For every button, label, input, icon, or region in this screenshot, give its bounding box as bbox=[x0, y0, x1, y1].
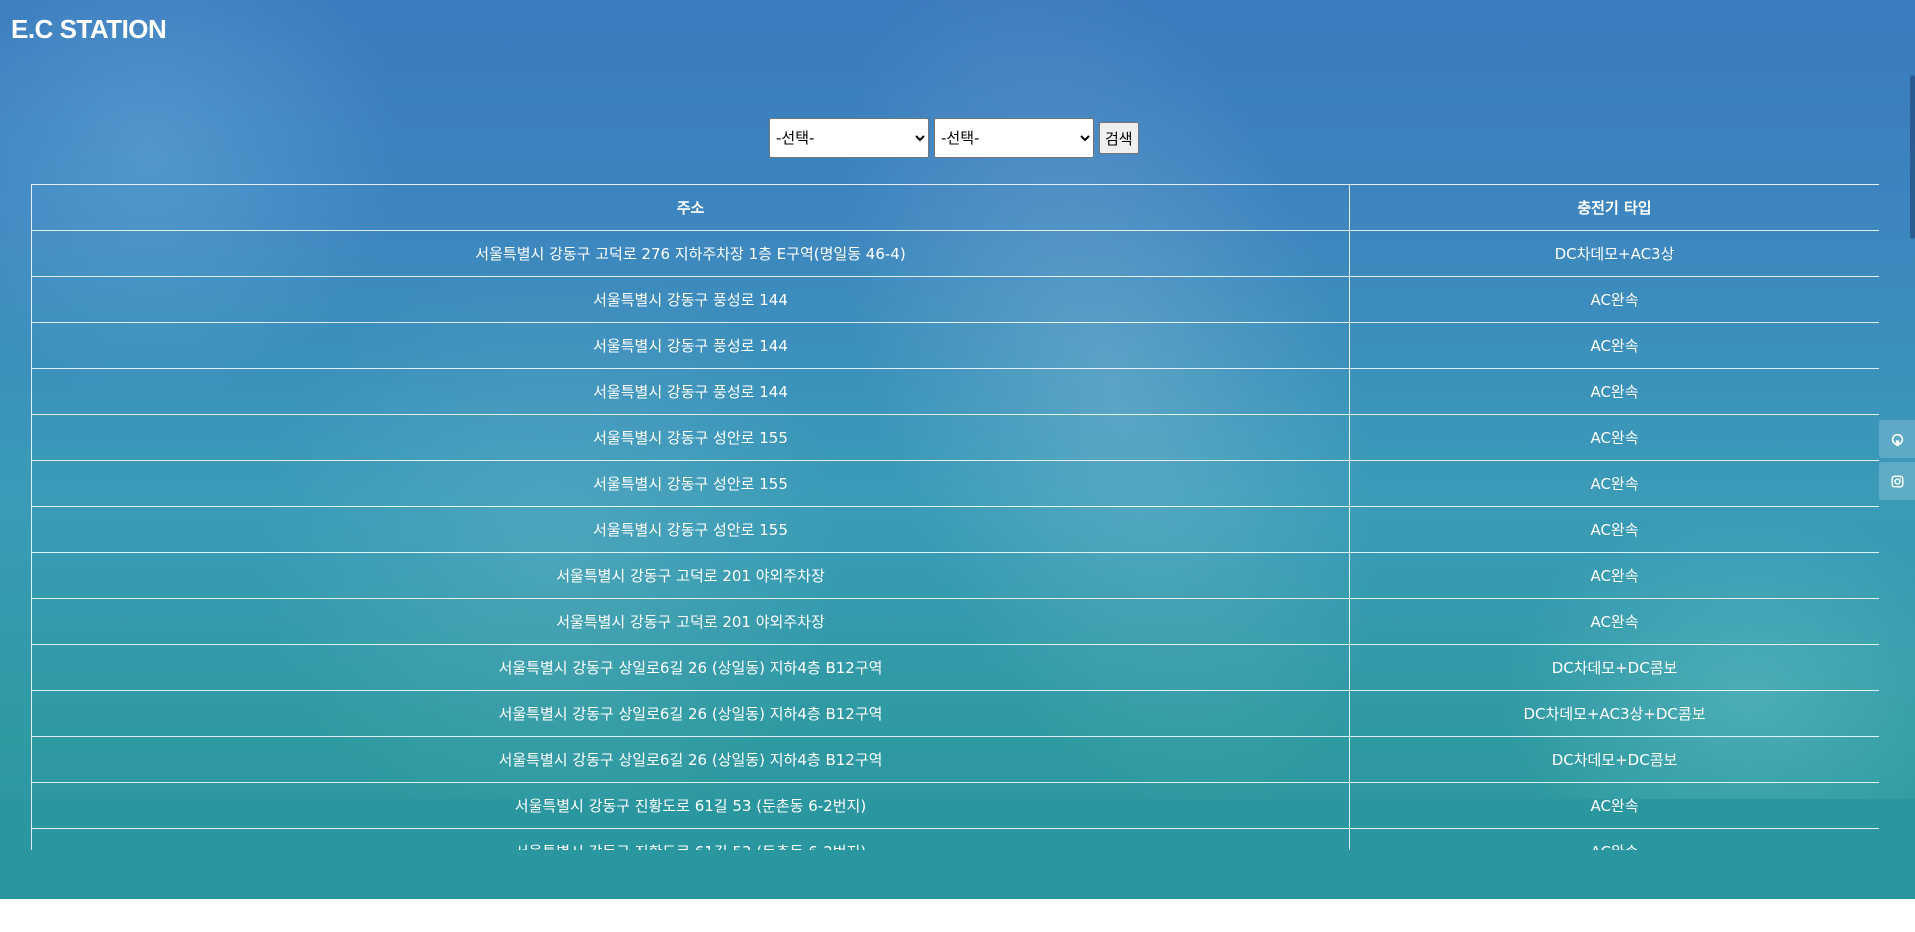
charger-type-cell: DC차데모+DC콤보 bbox=[1349, 736, 1879, 783]
table-row: 서울특별시 강동구 진황도로 61길 53 (둔촌동 6-2번지) AC완속 bbox=[31, 828, 1879, 850]
social-sidebar bbox=[1879, 420, 1915, 504]
table-row: 서울특별시 강동구 성안로 155 AC완속 bbox=[31, 414, 1879, 461]
page-scrollbar[interactable] bbox=[1910, 75, 1915, 239]
site-logo[interactable]: E.C STATION bbox=[11, 14, 167, 45]
address-cell: 서울특별시 강동구 진황도로 61길 53 (둔촌동 6-2번지) bbox=[31, 782, 1350, 829]
address-cell: 서울특별시 강동구 성안로 155 bbox=[31, 506, 1350, 553]
charger-type-cell: AC완속 bbox=[1349, 828, 1879, 850]
address-cell: 서울특별시 강동구 풍성로 144 bbox=[31, 368, 1350, 415]
station-table: 주소 충전기 타입 서울특별시 강동구 고덕로 276 지하주차장 1층 E구역… bbox=[31, 184, 1879, 850]
address-cell: 서울특별시 강동구 풍성로 144 bbox=[31, 322, 1350, 369]
charger-type-cell: DC차데모+AC3상 bbox=[1349, 230, 1879, 277]
table-row: 서울특별시 강동구 상일로6길 26 (상일동) 지하4층 B12구역 DC차데… bbox=[31, 736, 1879, 783]
address-cell: 서울특별시 강동구 고덕로 201 야외주차장 bbox=[31, 552, 1350, 599]
table-row: 서울특별시 강동구 고덕로 201 야외주차장 AC완속 bbox=[31, 552, 1879, 599]
address-cell: 서울특별시 강동구 상일로6길 26 (상일동) 지하4층 B12구역 bbox=[31, 644, 1350, 691]
hero-background: E.C STATION -선택- -선택- 검색 주소 충전기 타입 서울특별시… bbox=[0, 0, 1915, 899]
charger-type-cell: DC차데모+DC콤보 bbox=[1349, 644, 1879, 691]
charger-type-cell: AC완속 bbox=[1349, 322, 1879, 369]
search-bar: -선택- -선택- 검색 bbox=[769, 118, 1139, 158]
address-cell: 서울특별시 강동구 성안로 155 bbox=[31, 460, 1350, 507]
table-row: 서울특별시 강동구 풍성로 144 AC완속 bbox=[31, 276, 1879, 323]
table-row: 서울특별시 강동구 상일로6길 26 (상일동) 지하4층 B12구역 DC차데… bbox=[31, 690, 1879, 737]
charger-type-cell: AC완속 bbox=[1349, 460, 1879, 507]
address-cell: 서울특별시 강동구 상일로6길 26 (상일동) 지하4층 B12구역 bbox=[31, 736, 1350, 783]
table-row: 서울특별시 강동구 고덕로 276 지하주차장 1층 E구역(명일동 46-4)… bbox=[31, 230, 1879, 277]
table-row: 서울특별시 강동구 진황도로 61길 53 (둔촌동 6-2번지) AC완속 bbox=[31, 782, 1879, 829]
table-row: 서울특별시 강동구 고덕로 201 야외주차장 AC완속 bbox=[31, 598, 1879, 645]
table-row: 서울특별시 강동구 상일로6길 26 (상일동) 지하4층 B12구역 DC차데… bbox=[31, 644, 1879, 691]
region-select-2[interactable]: -선택- bbox=[934, 118, 1094, 158]
column-header-charger-type: 충전기 타입 bbox=[1349, 184, 1879, 231]
charger-type-cell: AC완속 bbox=[1349, 506, 1879, 553]
column-header-address: 주소 bbox=[31, 184, 1350, 231]
charger-type-cell: AC완속 bbox=[1349, 414, 1879, 461]
charger-type-cell: DC차데모+AC3상+DC콤보 bbox=[1349, 690, 1879, 737]
table-row: 서울특별시 강동구 성안로 155 AC완속 bbox=[31, 460, 1879, 507]
station-table-container[interactable]: 주소 충전기 타입 서울특별시 강동구 고덕로 276 지하주차장 1층 E구역… bbox=[31, 184, 1879, 850]
address-cell: 서울특별시 강동구 성안로 155 bbox=[31, 414, 1350, 461]
table-row: 서울특별시 강동구 풍성로 144 AC완속 bbox=[31, 322, 1879, 369]
table-row: 서울특별시 강동구 풍성로 144 AC완속 bbox=[31, 368, 1879, 415]
address-cell: 서울특별시 강동구 풍성로 144 bbox=[31, 276, 1350, 323]
charger-type-cell: AC완속 bbox=[1349, 782, 1879, 829]
charger-type-cell: AC완속 bbox=[1349, 276, 1879, 323]
address-cell: 서울특별시 강동구 상일로6길 26 (상일동) 지하4층 B12구역 bbox=[31, 690, 1350, 737]
charger-type-cell: AC완속 bbox=[1349, 598, 1879, 645]
github-icon[interactable] bbox=[1879, 420, 1915, 458]
charger-type-cell: AC완속 bbox=[1349, 368, 1879, 415]
region-select-1[interactable]: -선택- bbox=[769, 118, 929, 158]
page: E.C STATION -선택- -선택- 검색 주소 충전기 타입 서울특별시… bbox=[0, 0, 1915, 932]
table-row: 서울특별시 강동구 성안로 155 AC완속 bbox=[31, 506, 1879, 553]
search-button[interactable]: 검색 bbox=[1099, 122, 1139, 154]
table-header-row: 주소 충전기 타입 bbox=[31, 184, 1879, 231]
instagram-icon[interactable] bbox=[1879, 462, 1915, 500]
charger-type-cell: AC완속 bbox=[1349, 552, 1879, 599]
address-cell: 서울특별시 강동구 진황도로 61길 53 (둔촌동 6-2번지) bbox=[31, 828, 1350, 850]
address-cell: 서울특별시 강동구 고덕로 276 지하주차장 1층 E구역(명일동 46-4) bbox=[31, 230, 1350, 277]
address-cell: 서울특별시 강동구 고덕로 201 야외주차장 bbox=[31, 598, 1350, 645]
